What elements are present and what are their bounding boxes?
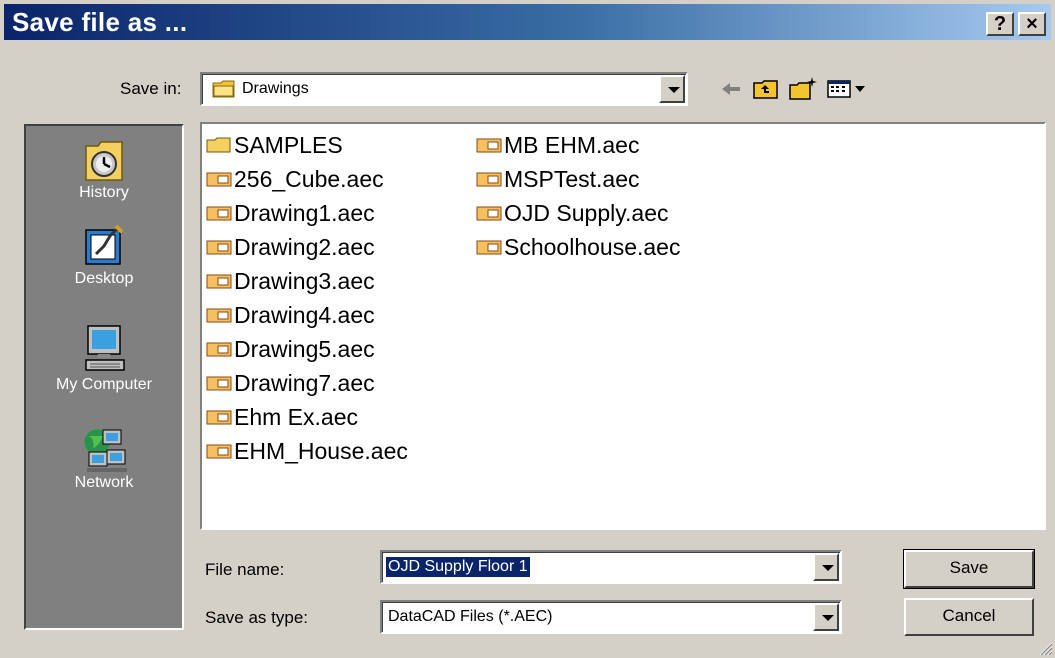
aec-file-icon [206,342,232,357]
aec-file-icon [476,206,502,221]
cancel-button[interactable]: Cancel [904,598,1034,636]
save-in-label: Save in: [120,79,182,98]
back-icon[interactable] [718,76,744,102]
file-name: Schoolhouse.aec [504,234,681,260]
place-history[interactable]: History [26,136,182,202]
up-folder-icon[interactable] [752,76,780,102]
aec-file-icon [206,308,232,323]
help-button[interactable]: ? [986,12,1014,36]
aec-file-icon [206,444,232,459]
file-name: EHM_House.aec [234,438,408,464]
save-in-value: Drawings [242,80,309,97]
save-in-dropdown[interactable]: Drawings [200,72,688,106]
save-as-type-label: Save as type: [205,608,309,627]
close-button[interactable]: × [1018,12,1046,36]
place-desktop[interactable]: Desktop [26,224,182,288]
places-bar: History Desktop My Computer Network [24,124,184,630]
file-name: Drawing5.aec [234,336,375,362]
window-title: Save file as ... [12,7,188,37]
save-as-type-select[interactable]: DataCAD Files (*.AEC) [380,600,842,634]
save-as-type-dropdown-arrow[interactable] [813,603,839,631]
save-as-type-value: DataCAD Files (*.AEC) [388,608,553,625]
place-my-computer-label: My Computer [55,376,153,393]
aec-file-icon [206,274,232,289]
desktop-icon [85,224,124,265]
file-name: SAMPLES [234,132,343,158]
aec-file-icon [476,172,502,187]
aec-file-icon [476,240,502,255]
place-network-label: Network [74,474,134,491]
file-name: Drawing1.aec [234,200,375,226]
file-name: Drawing3.aec [234,268,375,294]
save-file-dialog: Save file as ... ? × Save in: Drawings H… [0,0,1055,658]
file-name: OJD Supply.aec [504,200,669,226]
place-my-computer[interactable]: My Computer [26,324,182,394]
resize-grip-icon[interactable] [1037,640,1053,656]
file-name: Ehm Ex.aec [234,404,358,430]
file-name-label: File name: [205,560,285,579]
place-network[interactable]: Network [26,426,182,492]
file-name-value: OJD Supply Floor 1 [386,557,530,577]
file-name: Drawing7.aec [234,370,375,396]
file-name: MSPTest.aec [504,166,640,192]
aec-file-icon [206,172,232,187]
network-icon [84,429,127,472]
new-folder-icon[interactable] [788,76,818,102]
file-name: 256_Cube.aec [234,166,384,192]
place-desktop-label: Desktop [74,270,134,287]
folder-icon [206,137,231,153]
history-icon [85,141,123,181]
place-history-label: History [79,184,129,201]
folder-icon [212,80,235,98]
file-name: MB EHM.aec [504,132,640,158]
file-name-input[interactable]: OJD Supply Floor 1 [380,550,842,584]
view-menu-icon[interactable] [826,76,870,102]
file-name: Drawing4.aec [234,302,375,328]
file-list[interactable]: SAMPLES 256_Cube.aec Drawing1.aec Drawin… [200,122,1046,530]
file-name: Drawing2.aec [234,234,375,260]
aec-file-icon [206,376,232,391]
my-computer-icon [85,325,125,371]
aec-file-icon [476,138,502,153]
title-bar[interactable]: Save file as ... ? × [4,4,1051,40]
save-in-dropdown-arrow[interactable] [659,75,685,103]
aec-file-icon [206,410,232,425]
file-name-dropdown-arrow[interactable] [813,553,839,581]
aec-file-icon [206,206,232,221]
aec-file-icon [206,240,232,255]
save-button[interactable]: Save [903,549,1035,589]
